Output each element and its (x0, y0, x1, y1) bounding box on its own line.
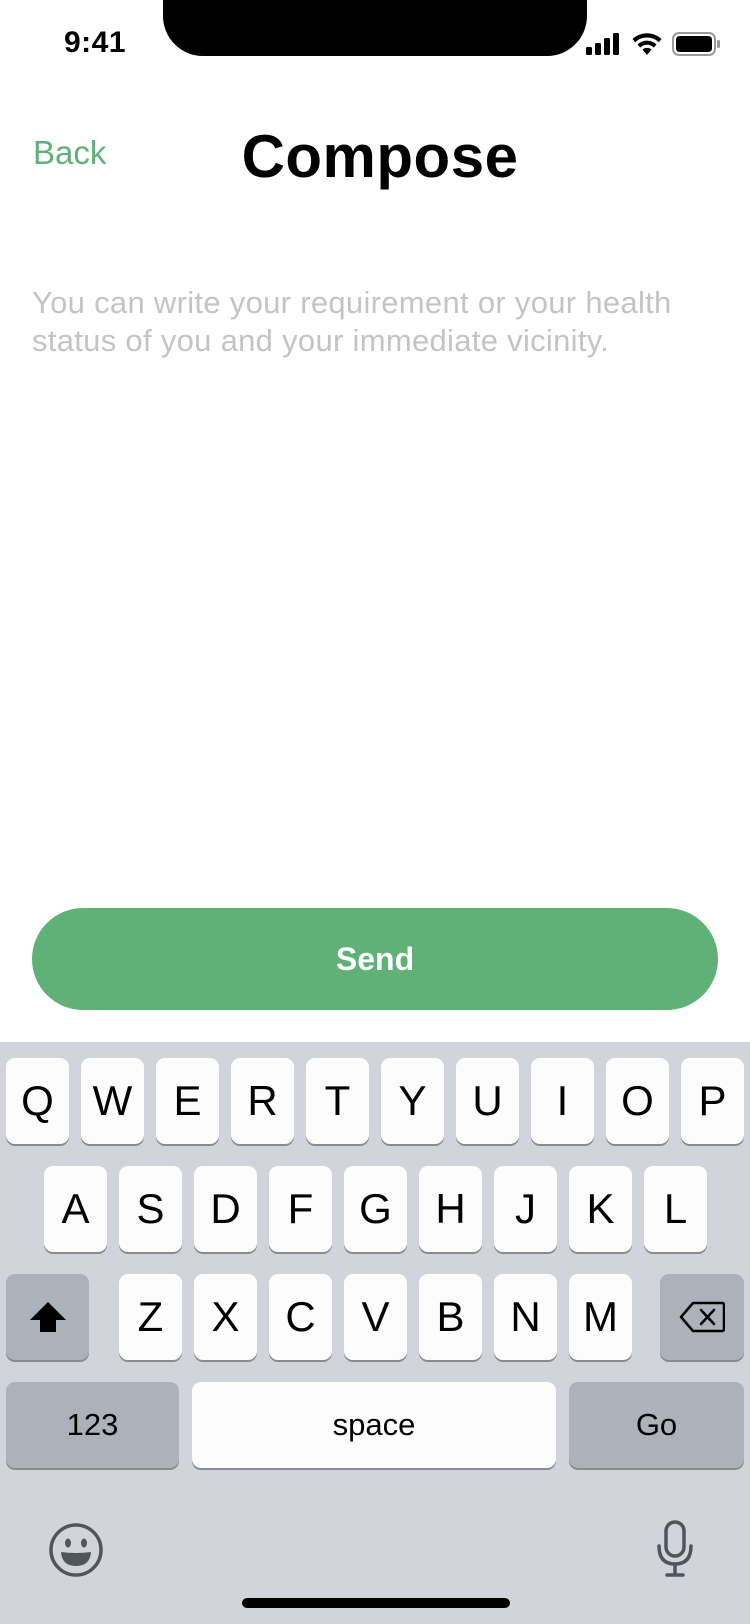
key-u[interactable]: U (456, 1058, 519, 1144)
status-time: 9:41 (64, 26, 127, 59)
compose-textarea[interactable]: You can write your requirement or your h… (32, 284, 732, 844)
key-p[interactable]: P (681, 1058, 744, 1144)
microphone-icon[interactable] (656, 1520, 694, 1578)
key-f[interactable]: F (269, 1166, 332, 1252)
key-l[interactable]: L (644, 1166, 707, 1252)
numbers-key[interactable]: 123 (6, 1382, 179, 1468)
backspace-icon (679, 1301, 725, 1333)
status-icons (586, 32, 720, 56)
key-m[interactable]: M (569, 1274, 632, 1360)
compose-placeholder: You can write your requirement or your h… (32, 285, 672, 358)
key-s[interactable]: S (119, 1166, 182, 1252)
key-g[interactable]: G (344, 1166, 407, 1252)
key-o[interactable]: O (606, 1058, 669, 1144)
backspace-key[interactable] (660, 1274, 744, 1360)
key-b[interactable]: B (419, 1274, 482, 1360)
key-h[interactable]: H (419, 1166, 482, 1252)
shift-key[interactable] (6, 1274, 89, 1360)
key-a[interactable]: A (44, 1166, 107, 1252)
key-v[interactable]: V (344, 1274, 407, 1360)
key-z[interactable]: Z (119, 1274, 182, 1360)
key-n[interactable]: N (494, 1274, 557, 1360)
key-t[interactable]: T (306, 1058, 369, 1144)
key-r[interactable]: R (231, 1058, 294, 1144)
home-indicator (242, 1598, 510, 1608)
status-bar: 9:41 (0, 0, 750, 92)
key-i[interactable]: I (531, 1058, 594, 1144)
key-j[interactable]: J (494, 1166, 557, 1252)
key-q[interactable]: Q (6, 1058, 69, 1144)
notch (163, 0, 587, 56)
key-d[interactable]: D (194, 1166, 257, 1252)
emoji-icon[interactable] (48, 1522, 104, 1578)
key-c[interactable]: C (269, 1274, 332, 1360)
shift-icon (29, 1302, 66, 1332)
send-button[interactable]: Send (32, 908, 718, 1010)
key-x[interactable]: X (194, 1274, 257, 1360)
wifi-icon (632, 33, 662, 55)
go-key[interactable]: Go (569, 1382, 744, 1468)
key-w[interactable]: W (81, 1058, 144, 1144)
key-e[interactable]: E (156, 1058, 219, 1144)
key-y[interactable]: Y (381, 1058, 444, 1144)
key-k[interactable]: K (569, 1166, 632, 1252)
cellular-signal-icon (586, 33, 619, 55)
keyboard: Q W E R T Y U I O P A S D F G H J K L Z … (0, 1042, 750, 1624)
space-key[interactable]: space (192, 1382, 556, 1468)
page-title: Compose (241, 123, 519, 190)
battery-icon (672, 32, 720, 56)
